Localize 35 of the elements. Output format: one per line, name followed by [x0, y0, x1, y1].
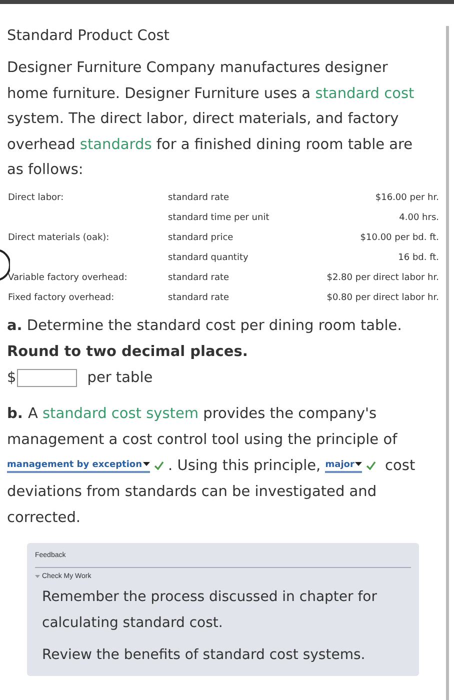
standard-value: $2.80 per direct labor hr.: [326, 272, 439, 282]
caret-icon: [143, 461, 150, 468]
measure-label: standard time per unit: [168, 212, 270, 222]
measure-label: standard rate: [168, 272, 230, 282]
circle-mark-icon: [0, 248, 10, 282]
question-paragraph: b. A standard cost system provides the company's management a cost control tool using the principle of management by exception . Using this principle, major cost deviations from standards can be investigated and corrected.: [7, 404, 416, 528]
measure-label: standard rate: [168, 192, 230, 202]
page-title: Standard Product Cost: [7, 27, 170, 46]
standard-value: 4.00 hrs.: [399, 212, 439, 222]
caret-icon: [355, 461, 362, 468]
glossary-link[interactable]: standard cost system: [42, 406, 199, 422]
row-label: Fixed factory overhead:: [8, 292, 114, 302]
feedback-text: Review the benefits of standard cost systems.: [41, 646, 366, 664]
standard-value: $16.00 per hr.: [375, 192, 439, 202]
measure-label: standard rate: [168, 292, 230, 302]
standard-value: $0.80 per direct labor hr.: [326, 292, 439, 302]
answer-dropdown[interactable]: major: [325, 458, 362, 473]
standard-value: $10.00 per bd. ft.: [360, 232, 439, 242]
question-text: a. Determine the standard cost per dining room table.: [7, 316, 403, 336]
row-label: Direct labor:: [8, 192, 64, 202]
caret-icon: [35, 574, 40, 579]
answer-dropdown[interactable]: management by exception: [7, 458, 150, 473]
glossary-link[interactable]: standards: [80, 136, 152, 152]
measure-label: standard quantity: [168, 252, 248, 262]
instruction-text: Round to two decimal places.: [7, 342, 249, 362]
measure-label: standard price: [168, 232, 234, 242]
currency-symbol: $: [7, 368, 16, 388]
standard-value: 16 bd. ft.: [398, 252, 439, 262]
unit-label: per table: [87, 368, 153, 388]
row-label: Direct materials (oak):: [8, 232, 110, 242]
glossary-link[interactable]: standard cost: [315, 86, 414, 102]
row-label: Variable factory overhead:: [8, 272, 128, 282]
feedback-text: Remember the process discussed in chapter for calculating standard cost.: [41, 588, 378, 632]
answer-field[interactable]: [17, 368, 78, 386]
intro-paragraph: Designer Furniture Company manufactures designer home furniture. Designer Furniture uses a standard cost system. The direct labor, direct materials, and factory overhead standards for a finished dining room table are as follows:: [7, 59, 416, 180]
